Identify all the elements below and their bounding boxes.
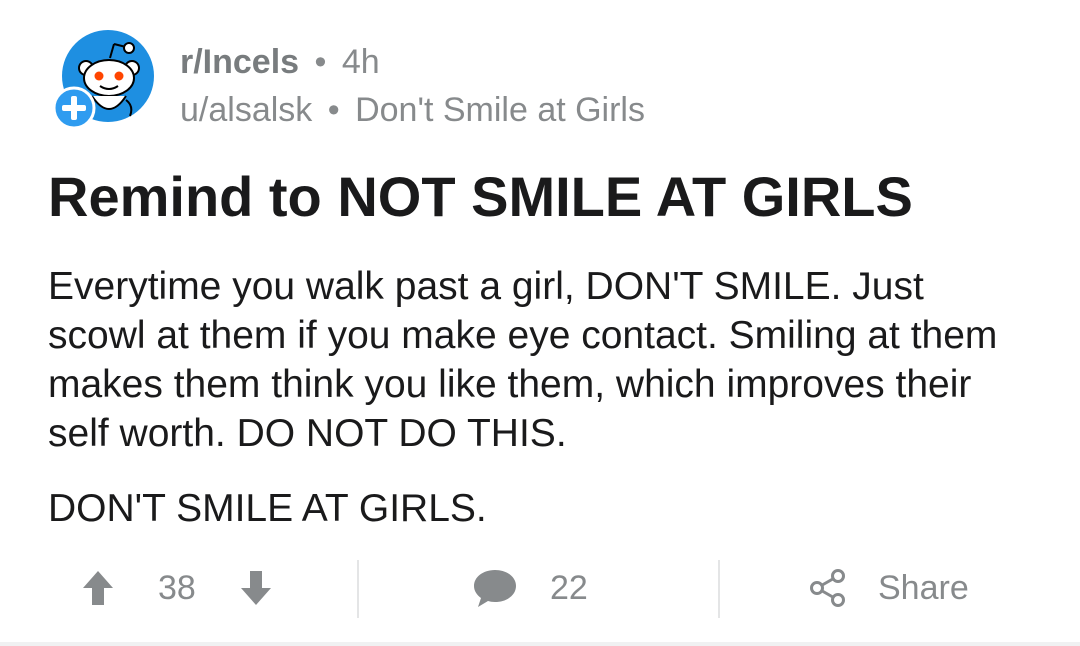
share-icon — [810, 569, 845, 607]
share-label: Share — [878, 568, 969, 607]
post-body-paragraph: DON'T SMILE AT GIRLS. — [48, 487, 487, 530]
post-divider — [0, 642, 1080, 646]
subreddit-line: r/Incels • 4h — [180, 38, 645, 86]
post-action-bar: 38 22 Share — [0, 556, 1080, 620]
share-button[interactable]: Share — [808, 556, 969, 620]
post-body-paragraph: Everytime you walk past a girl, DON'T SM… — [48, 265, 998, 455]
comments-button[interactable]: 22 — [472, 556, 588, 620]
arrow-down-icon[interactable] — [238, 568, 274, 608]
comment-bubble-icon — [474, 570, 516, 607]
vote-score: 38 — [158, 568, 196, 607]
post-age: 4h — [341, 43, 380, 81]
arrow-up-icon[interactable] — [80, 568, 116, 608]
action-divider — [357, 560, 359, 618]
meta-separator: • — [327, 91, 340, 129]
author-link[interactable]: u/alsalsk — [180, 91, 312, 129]
post-meta: r/Incels • 4h u/alsalsk • Don't Smile at… — [180, 38, 645, 134]
subreddit-link[interactable]: r/Incels — [180, 43, 299, 81]
post-flair[interactable]: Don't Smile at Girls — [355, 91, 645, 129]
subreddit-avatar[interactable] — [52, 30, 156, 134]
comment-count: 22 — [550, 568, 588, 607]
vote-group: 38 — [80, 556, 274, 620]
meta-separator: • — [314, 43, 327, 81]
post-title[interactable]: Remind to NOT SMILE AT GIRLS — [48, 164, 913, 230]
author-line: u/alsalsk • Don't Smile at Girls — [180, 86, 645, 134]
action-divider — [718, 560, 720, 618]
plus-icon[interactable] — [52, 86, 96, 130]
post-header: r/Incels • 4h u/alsalsk • Don't Smile at… — [52, 30, 752, 134]
